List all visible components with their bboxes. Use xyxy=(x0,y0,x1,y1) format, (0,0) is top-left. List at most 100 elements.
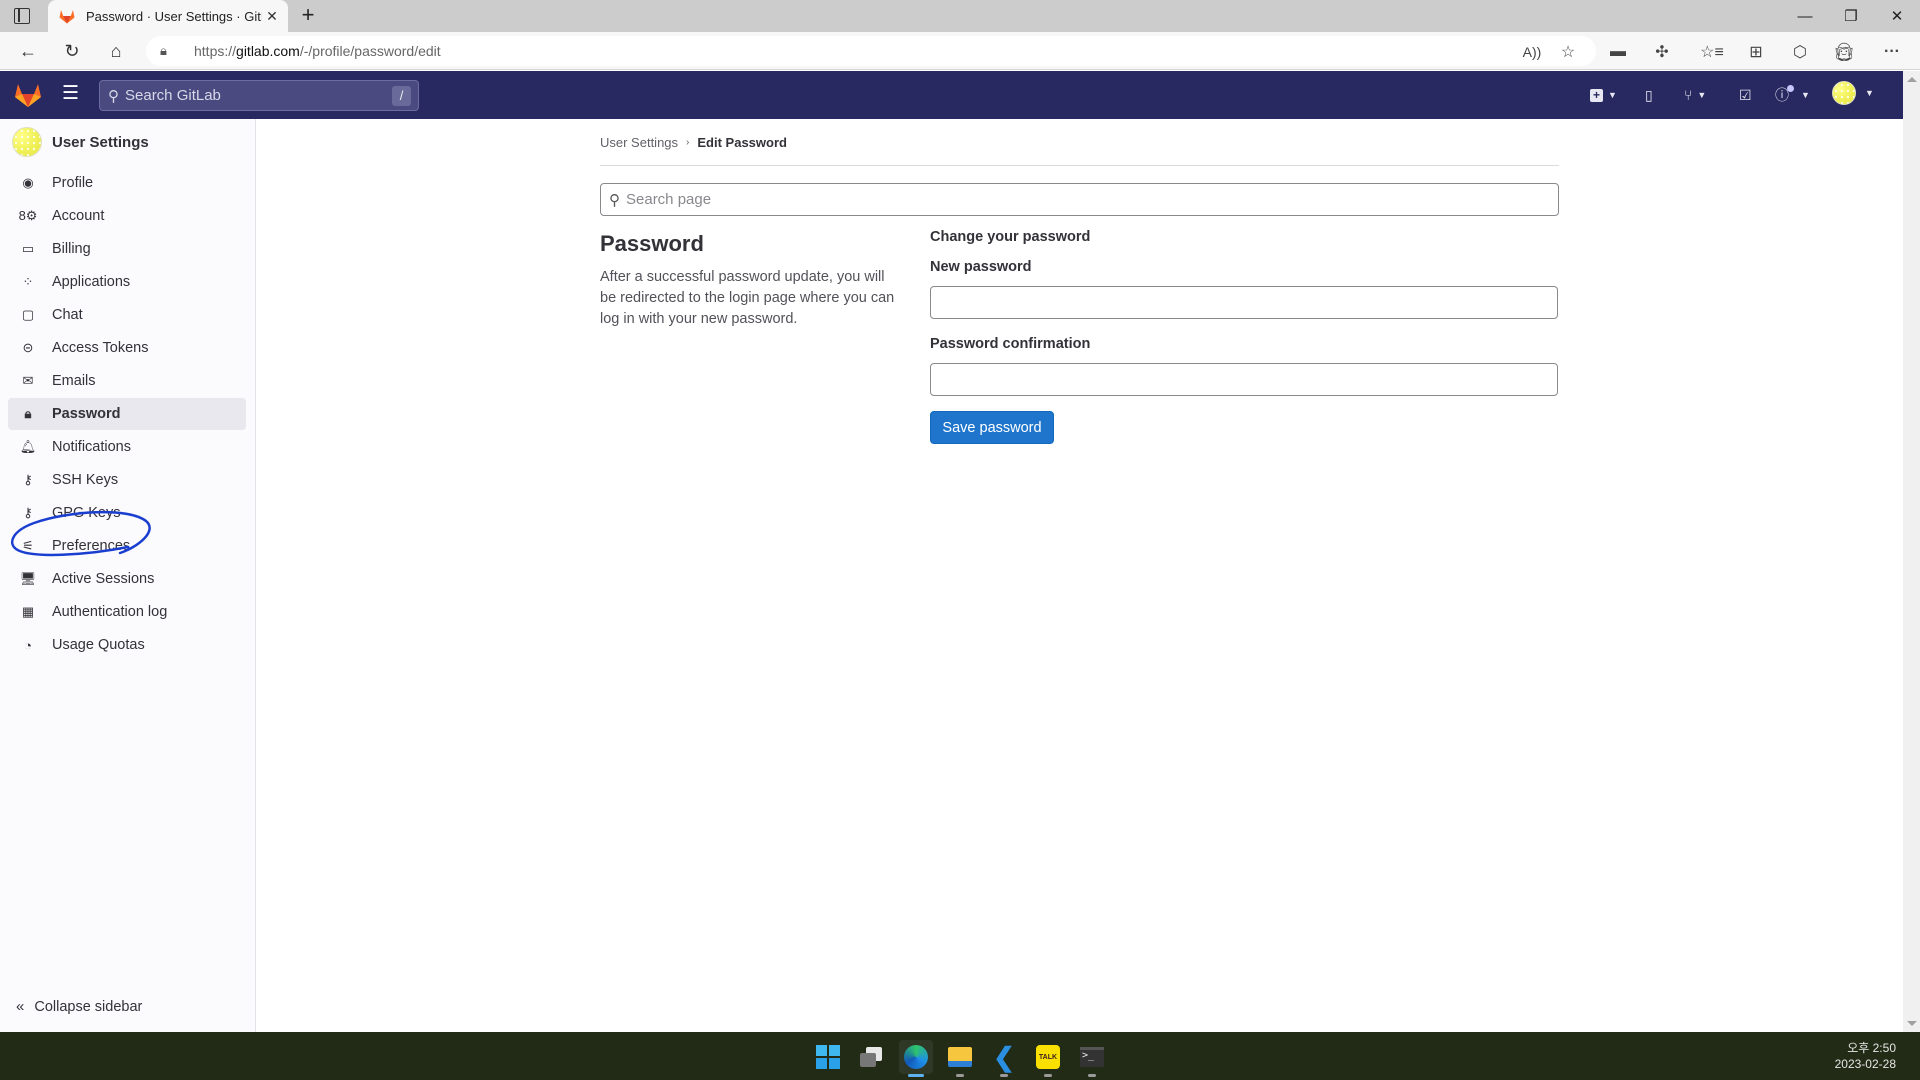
new-tab-icon[interactable]: + xyxy=(296,4,320,28)
restore-icon[interactable]: ❐ xyxy=(1828,0,1874,32)
sidebar-item-label: Applications xyxy=(52,274,131,290)
system-clock[interactable]: 오후 2:50 2023-02-28 xyxy=(1835,1040,1896,1072)
section-title: Password xyxy=(600,231,704,256)
credit-card-icon: ▭ xyxy=(21,241,35,256)
search-placeholder: Search GitLab xyxy=(125,87,221,104)
sidebar-item-applications[interactable]: ⁘ Applications xyxy=(8,266,246,298)
close-window-icon[interactable]: ✕ xyxy=(1874,0,1920,32)
save-password-button[interactable]: Save password xyxy=(930,411,1054,444)
sidebar-item-label: Preferences xyxy=(52,538,131,554)
close-tab-icon[interactable]: ✕ xyxy=(262,8,282,25)
merge-requests-dropdown[interactable]: ⑂ ▼ xyxy=(1684,84,1706,106)
chevron-down-icon: ▼ xyxy=(1801,90,1810,100)
chevron-double-left-icon: « xyxy=(16,998,25,1015)
home-icon[interactable]: ⌂ xyxy=(102,37,130,65)
kakaotalk-icon[interactable]: TALK xyxy=(1031,1040,1065,1077)
scroll-down-icon[interactable] xyxy=(1907,1021,1917,1026)
vscode-icon[interactable]: ❮ xyxy=(987,1040,1021,1077)
sidebar-item-billing[interactable]: ▭ Billing xyxy=(8,233,246,265)
search-icon: ⚲ xyxy=(108,87,119,105)
sidebar-item-authentication-log[interactable]: ▦ Authentication log xyxy=(8,596,246,628)
sidebar-item-preferences[interactable]: ⚟ Preferences xyxy=(8,530,246,562)
user-avatar xyxy=(1832,81,1856,105)
windows-start-icon[interactable] xyxy=(811,1040,845,1074)
sidebar-title: User Settings xyxy=(52,133,149,151)
mail-icon: ✉ xyxy=(22,373,34,388)
favorites-icon[interactable]: ☆≡ xyxy=(1698,38,1726,66)
sidebar-item-label: Usage Quotas xyxy=(52,637,145,653)
page-scrollbar[interactable] xyxy=(1903,71,1920,1032)
task-view-icon[interactable] xyxy=(855,1040,889,1074)
url-path: /-/profile/password/edit xyxy=(299,43,441,59)
plus-square-icon: + xyxy=(1590,88,1603,102)
gitlab-search-input[interactable]: ⚲ Search GitLab / xyxy=(99,80,419,111)
create-new-dropdown[interactable]: + ▼ xyxy=(1590,84,1617,106)
read-aloud-icon[interactable]: A)) xyxy=(1518,38,1546,66)
url-prefix: https:// xyxy=(194,43,237,59)
back-icon[interactable]: ← xyxy=(14,37,42,65)
sidebar-item-access-tokens[interactable]: ⊝ Access Tokens xyxy=(8,332,246,364)
key-icon: ⚷ xyxy=(23,505,33,520)
sidebar-header[interactable]: User Settings xyxy=(12,127,149,157)
browser-tab[interactable]: Password · User Settings · GitLab ✕ xyxy=(48,0,288,32)
help-dropdown[interactable]: ⓘ ▼ xyxy=(1775,84,1810,106)
user-menu-dropdown[interactable]: ▼ xyxy=(1832,81,1874,105)
sidebar-item-gpg-keys[interactable]: ⚷ GPG Keys xyxy=(8,497,246,529)
extensions-icon[interactable]: ✣ xyxy=(1648,38,1676,66)
edge-icon[interactable] xyxy=(899,1040,933,1077)
gitlab-top-nav: ☰ ⚲ Search GitLab / + ▼ ▯ ⑂ ▼ ☑ ⓘ ▼ ▼ xyxy=(0,71,1903,119)
windows-taskbar: ❮ TALK >_ 오후 2:50 2023-02-28 xyxy=(0,1032,1920,1080)
breadcrumb: User Settings › Edit Password xyxy=(600,135,787,150)
search-page-placeholder: Search page xyxy=(626,191,712,208)
key-icon: ⚷ xyxy=(23,472,33,487)
sidebar-item-label: Billing xyxy=(52,241,91,257)
password-confirmation-input[interactable] xyxy=(930,363,1558,396)
sidebar-item-chat[interactable]: ▢ Chat xyxy=(8,299,246,331)
browser-essentials-icon[interactable]: ⬡ xyxy=(1786,38,1814,66)
sidebar-item-notifications[interactable]: 🔔︎ Notifications xyxy=(8,431,246,463)
sidebar-item-label: Account xyxy=(52,208,105,224)
active-indicator xyxy=(908,1074,924,1077)
sidebar-item-ssh-keys[interactable]: ⚷ SSH Keys xyxy=(8,464,246,496)
sidebar-item-account[interactable]: 8⚙ Account xyxy=(8,200,246,232)
sidebar-item-label: Notifications xyxy=(52,439,131,455)
gitlab-logo-icon[interactable] xyxy=(14,82,42,108)
collapse-sidebar-button[interactable]: « Collapse sidebar xyxy=(16,998,142,1015)
sidebar-item-active-sessions[interactable]: 🖥︎ Active Sessions xyxy=(8,563,246,595)
breadcrumb-separator-icon: › xyxy=(686,137,690,148)
menu-icon[interactable]: ☰ xyxy=(62,84,82,105)
sidebar-toggle-icon[interactable] xyxy=(14,8,30,24)
new-password-input[interactable] xyxy=(930,286,1558,319)
address-bar-row: ← ↻ ⌂ 🔒︎ https://gitlab.com/-/profile/pa… xyxy=(0,32,1920,70)
sidebar-item-password[interactable]: 🔒︎ Password xyxy=(8,398,246,430)
merge-request-icon: ⑂ xyxy=(1684,87,1693,103)
file-explorer-icon[interactable] xyxy=(943,1040,977,1077)
minimize-icon[interactable]: — xyxy=(1782,0,1828,32)
issues-icon[interactable]: ▯ xyxy=(1645,84,1653,106)
sidebar-item-emails[interactable]: ✉ Emails xyxy=(8,365,246,397)
sidebar-item-usage-quotas[interactable]: ◔ Usage Quotas xyxy=(8,629,246,661)
running-indicator xyxy=(1000,1074,1008,1077)
running-indicator xyxy=(956,1074,964,1077)
notification-dot xyxy=(1787,84,1794,92)
collections-icon[interactable]: ⊞ xyxy=(1742,38,1770,66)
url-field[interactable]: 🔒︎ https://gitlab.com/-/profile/password… xyxy=(146,36,1596,66)
sidebar-item-profile[interactable]: ◉ Profile xyxy=(8,167,246,199)
scroll-up-icon[interactable] xyxy=(1907,77,1917,82)
media-icon[interactable]: ▬ xyxy=(1604,38,1632,66)
breadcrumb-user-settings[interactable]: User Settings xyxy=(600,135,678,150)
more-icon[interactable]: ··· xyxy=(1878,38,1906,66)
search-page-input[interactable]: ⚲ Search page xyxy=(600,183,1559,216)
sidebar-item-label: Profile xyxy=(52,175,94,191)
sidebar-item-label: Chat xyxy=(52,307,83,323)
gitlab-favicon-icon xyxy=(59,10,75,24)
add-favorite-icon[interactable]: ☆ xyxy=(1554,38,1582,66)
sidebar-item-label: Emails xyxy=(52,373,96,389)
terminal-icon[interactable]: >_ xyxy=(1075,1040,1109,1077)
refresh-icon[interactable]: ↻ xyxy=(58,37,86,65)
breadcrumb-edit-password[interactable]: Edit Password xyxy=(697,135,787,150)
todos-icon[interactable]: ☑ xyxy=(1739,84,1752,106)
profile-icon[interactable]: 🧝︎ xyxy=(1830,38,1858,66)
chevron-down-icon: ▼ xyxy=(1697,90,1707,100)
lock-icon[interactable]: 🔒︎ xyxy=(160,43,178,59)
